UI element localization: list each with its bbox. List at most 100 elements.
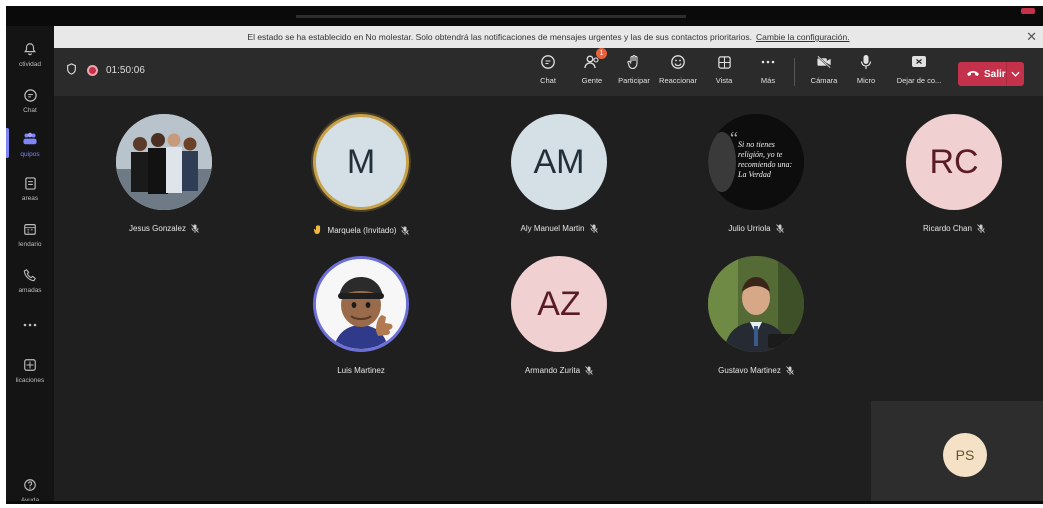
rail-label: ctividad — [18, 61, 42, 68]
camera-off-icon — [814, 52, 834, 72]
participant-avatar: AM — [511, 114, 607, 210]
rail-label: areas — [21, 195, 39, 202]
rail-label: licaciones — [15, 377, 45, 384]
participant-tile[interactable]: Jesus Gonzalez — [79, 114, 249, 244]
self-preview[interactable]: PS — [871, 401, 1043, 504]
participant-name: Aly Manuel Martin — [474, 224, 644, 233]
leave-main[interactable]: Salir — [958, 69, 1006, 80]
svg-text:“: “ — [730, 128, 738, 148]
leave-options-chevron-icon[interactable] — [1007, 71, 1024, 77]
rail-item-teams[interactable]: quipos — [6, 128, 54, 158]
microphone-button[interactable]: Micro — [844, 52, 888, 85]
raise-hand-button[interactable]: Participar — [612, 52, 656, 85]
rail-item-more[interactable] — [6, 314, 54, 336]
more-label: Más — [760, 76, 776, 85]
recording-dot-icon — [87, 65, 98, 76]
smile-icon — [668, 52, 688, 72]
leave-button[interactable]: Salir — [958, 62, 1024, 86]
bottom-edge — [6, 501, 1043, 504]
chat-button[interactable]: Chat — [526, 52, 570, 85]
chat-icon — [538, 52, 558, 72]
self-avatar: PS — [943, 433, 987, 477]
participant-name-text: Marquela (Invitado) — [327, 226, 397, 235]
participant-avatar: RC — [906, 114, 1002, 210]
teams-window: ctividad Chat quipos areas lendario amad… — [6, 6, 1043, 504]
mic-off-icon — [585, 366, 593, 375]
people-icon: 1 — [582, 48, 607, 72]
camera-label: Cámara — [810, 76, 838, 85]
meeting-status: 01:50:06 — [66, 63, 145, 78]
mic-off-icon — [589, 224, 598, 233]
leave-label: Salir — [984, 68, 1006, 80]
mic-off-icon — [401, 226, 410, 235]
rail-label: lendario — [18, 241, 42, 248]
grid-view-icon — [714, 52, 734, 72]
close-banner-button[interactable]: ✕ — [1026, 29, 1037, 45]
title-strip — [6, 6, 1043, 26]
shield-icon[interactable] — [66, 63, 77, 78]
hangup-icon — [966, 69, 980, 80]
stop-sharing-button[interactable]: Dejar de co... — [892, 52, 946, 85]
rail-item-tasks[interactable]: areas — [6, 172, 54, 202]
participant-photo — [708, 256, 804, 352]
calendar-icon — [19, 218, 41, 240]
help-icon — [19, 474, 41, 496]
participant-name-text: Aly Manuel Martin — [520, 224, 585, 233]
change-settings-link[interactable]: Cambie la configuración. — [756, 32, 850, 42]
participant-photo — [116, 114, 212, 210]
participant-name: Marquela (Invitado) — [276, 224, 446, 237]
dnd-notification-banner: El estado se ha establecido en No molest… — [54, 26, 1043, 48]
banner-text: El estado se ha establecido en No molest… — [247, 32, 753, 42]
rail-item-apps[interactable]: licaciones — [6, 354, 54, 384]
participant-name: Luis Martinez — [276, 366, 446, 375]
people-button[interactable]: 1 Gente — [570, 48, 614, 85]
participant-tile[interactable]: M Marquela (Invitado) — [276, 114, 446, 244]
participant-tile[interactable]: AM Aly Manuel Martin — [474, 114, 644, 244]
participant-name-text: Ricardo Chan — [923, 224, 972, 233]
participant-name-text: Gustavo Martinez — [718, 366, 781, 375]
participant-name-text: Jesus Gonzalez — [129, 224, 186, 233]
rail-item-calendar[interactable]: lendario — [6, 218, 54, 248]
participant-name: Jesus Gonzalez — [79, 224, 249, 233]
tasks-icon — [19, 172, 41, 194]
participant-tile[interactable]: “ Si no tienes religión, yo te recomiend… — [671, 114, 841, 244]
rail-label: quipos — [20, 151, 40, 158]
participant-avatar: AZ — [511, 256, 607, 352]
drag-bar[interactable] — [296, 15, 686, 18]
participant-tile[interactable]: Gustavo Martinez — [671, 256, 841, 386]
stop-sharing-label: Dejar de co... — [896, 76, 942, 85]
raised-hand-icon — [313, 224, 323, 237]
participant-tile[interactable]: RC Ricardo Chan — [869, 114, 1039, 244]
microphone-label: Micro — [856, 76, 876, 85]
rail-item-activity[interactable]: ctividad — [6, 38, 54, 68]
participant-name-text: Luis Martinez — [337, 366, 385, 375]
camera-button[interactable]: Cámara — [802, 52, 846, 85]
react-button[interactable]: Reaccionar — [656, 52, 700, 85]
participant-name: Gustavo Martinez — [671, 366, 841, 375]
chat-button-label: Chat — [540, 76, 556, 85]
rail-label: amadas — [18, 287, 42, 294]
people-count-badge: 1 — [596, 48, 607, 59]
view-label: Vista — [715, 76, 733, 85]
rail-item-calls[interactable]: amadas — [6, 264, 54, 294]
participant-name: Armando Zurita — [474, 366, 644, 375]
participant-name: Julio Urriola — [671, 224, 841, 233]
toolbar-divider — [794, 58, 795, 86]
raise-hand-label: Participar — [618, 76, 650, 85]
more-actions-button[interactable]: Más — [746, 52, 790, 85]
participant-tile[interactable]: Luis Martinez — [276, 256, 446, 386]
meeting-timer: 01:50:06 — [106, 65, 145, 76]
rail-label: Chat — [23, 107, 37, 114]
participant-photo: “ Si no tienes religión, yo te recomiend… — [708, 114, 804, 210]
participant-tile[interactable]: AZ Armando Zurita — [474, 256, 644, 386]
mic-off-icon — [977, 224, 985, 233]
raise-hand-icon — [624, 52, 644, 72]
mic-off-icon — [786, 366, 794, 375]
bell-icon — [19, 38, 41, 60]
more-icon — [19, 314, 41, 336]
recording-indicator — [1021, 8, 1035, 14]
view-button[interactable]: Vista — [702, 52, 746, 85]
rail-item-help[interactable]: Ayuda — [6, 474, 54, 504]
rail-item-chat[interactable]: Chat — [6, 84, 54, 114]
microphone-icon — [856, 52, 876, 72]
